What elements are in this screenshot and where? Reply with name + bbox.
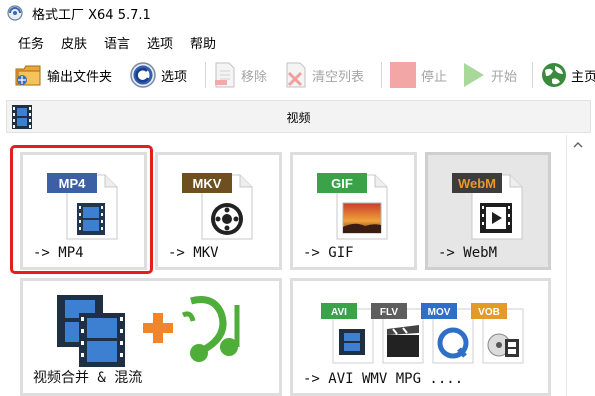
mp4-highlight-box [10,145,153,274]
tile-gif[interactable]: GIF -> GIF [290,152,417,270]
mov-badge: MOV [428,307,451,318]
toolbar-separator [532,62,533,88]
gif-file-icon: GIF [317,173,388,240]
tile-webm[interactable]: WebM -> WebM [425,152,551,270]
toolbar-separator [205,62,206,88]
mkv-badge: MKV [193,176,222,191]
webm-badge: WebM [458,176,496,191]
app-window: 格式工厂 X64 5.7.1 任务 皮肤 语言 选项 帮助 输出文件夹 选项 移… [0,0,595,396]
tile-video-merge[interactable]: 视频合并 & 混流 [20,278,282,396]
tile-gif-label: -> GIF [303,245,354,261]
toolbar-separator [381,62,382,88]
mkv-file-icon: MKV [182,173,253,240]
remove-button[interactable]: 移除 [212,60,267,90]
stop-button[interactable]: 停止 [388,60,447,90]
folder-icon [15,65,41,86]
start-label: 开始 [491,69,518,85]
avi-badge: AVI [331,307,347,318]
tile-mkv-label: -> MKV [168,245,219,261]
options-label: 选项 [161,69,188,85]
window-title: 格式工厂 X64 5.7.1 [32,8,151,23]
output-folder-label: 输出文件夹 [47,69,113,85]
menu-bar: 任务 皮肤 语言 选项 帮助 [0,30,595,52]
multi-format-icon: AVI FLV MOV VOB [321,303,524,364]
vob-badge: VOB [478,307,500,318]
stop-label: 停止 [421,69,448,85]
clear-list-label: 清空列表 [312,69,365,85]
webm-file-icon: WebM [452,173,523,240]
clear-list-icon [286,62,306,88]
merge-mux-icon [57,295,240,367]
remove-document-icon [215,62,235,88]
tile-mkv[interactable]: MKV -> MKV [155,152,282,270]
start-button[interactable]: 开始 [460,60,517,90]
menu-options[interactable]: 选项 [147,33,173,52]
tile-video-merge-label: 视频合并 & 混流 [33,370,143,386]
flv-badge: FLV [380,307,398,318]
title-bar: 格式工厂 X64 5.7.1 [0,0,595,26]
tile-avi-wmv-mpg-label: -> AVI WMV MPG .... [303,371,464,387]
options-button[interactable]: 选项 [128,60,187,90]
play-icon [464,63,484,87]
gif-badge: GIF [331,176,353,191]
toolbar: 输出文件夹 选项 移除 清空列表 停止 开始 主页 [0,56,595,94]
app-logo-icon [7,5,23,21]
tile-avi-wmv-mpg[interactable]: AVI FLV MOV VOB -> AVI WMV MPG .... [290,278,551,396]
stop-icon [390,62,416,88]
home-label: 主页 [571,69,595,85]
globe-icon [542,63,566,87]
gear-options-icon [130,62,156,88]
scroll-up-arrow-icon[interactable] [567,135,589,155]
video-category-header[interactable]: 视频 [6,100,591,133]
vertical-scrollbar[interactable] [566,135,589,396]
menu-skin[interactable]: 皮肤 [61,33,87,52]
menu-language[interactable]: 语言 [104,33,130,52]
menu-task[interactable]: 任务 [18,33,44,52]
category-title: 视频 [286,111,311,125]
menu-help[interactable]: 帮助 [190,33,216,52]
clear-list-button[interactable]: 清空列表 [283,60,364,90]
home-button[interactable]: 主页 [540,60,595,90]
output-folder-button[interactable]: 输出文件夹 [14,60,112,90]
tile-webm-label: -> WebM [438,245,498,261]
remove-label: 移除 [241,69,268,85]
